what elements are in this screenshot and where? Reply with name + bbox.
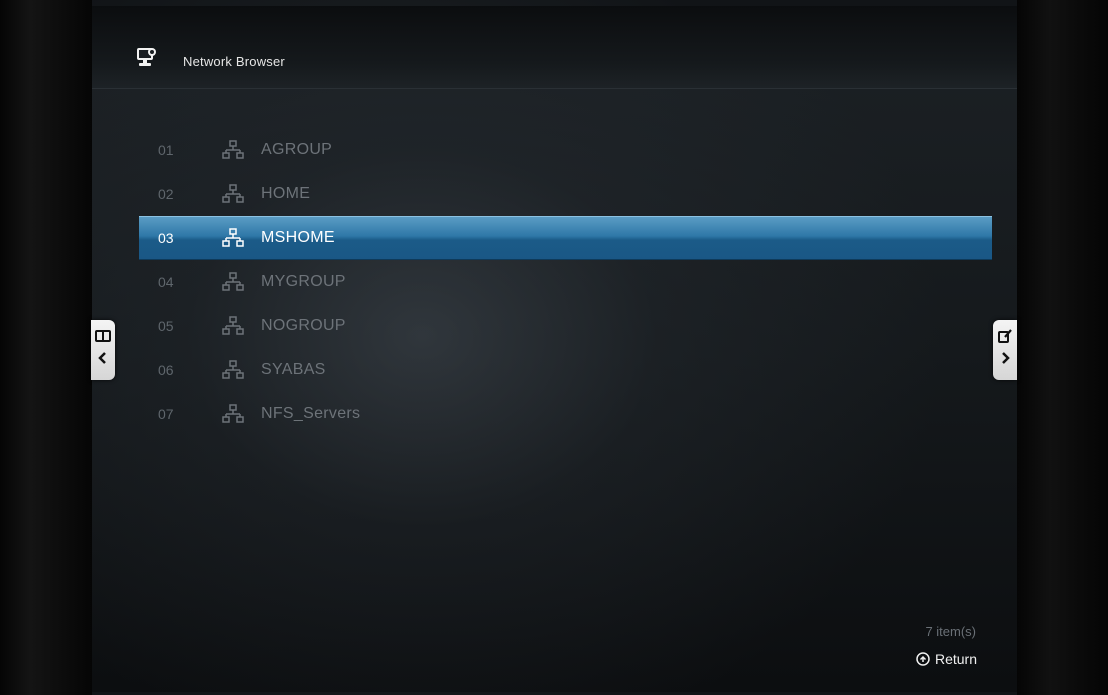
left-side-tab[interactable]: [91, 320, 115, 380]
return-button[interactable]: Return: [916, 651, 977, 667]
book-icon: [95, 330, 111, 342]
item-label: MSHOME: [261, 229, 335, 246]
return-label: Return: [934, 651, 977, 667]
network-workgroup-icon: [222, 140, 244, 159]
edit-icon: [998, 329, 1012, 343]
network-workgroup-icon: [222, 228, 244, 247]
item-label: HOME: [261, 185, 311, 202]
list-item[interactable]: 04 MYGROUP: [139, 260, 992, 304]
network-workgroup-icon: [222, 184, 244, 203]
item-number: 03: [158, 230, 174, 246]
item-label: MYGROUP: [261, 273, 346, 290]
item-number: 07: [158, 406, 174, 422]
chevron-left-icon: [98, 352, 106, 364]
item-number: 05: [158, 318, 174, 334]
list-item[interactable]: 06 SYABAS: [139, 348, 992, 392]
item-label: NFS_Servers: [261, 405, 361, 422]
network-workgroup-icon: [222, 316, 244, 335]
header-bar: [92, 6, 1017, 89]
chevron-right-icon: [1002, 352, 1010, 364]
item-count: 7 item(s): [925, 624, 976, 639]
item-number: 01: [158, 142, 174, 158]
right-side-tab[interactable]: [993, 320, 1017, 380]
list-item[interactable]: 07 NFS_Servers: [139, 392, 992, 436]
page-title: Network Browser: [183, 54, 285, 69]
item-label: AGROUP: [261, 141, 333, 158]
list-item[interactable]: 03 MSHOME: [139, 216, 992, 260]
network-workgroup-icon: [222, 360, 244, 379]
network-monitor-icon: [137, 48, 156, 66]
item-number: 04: [158, 274, 174, 290]
item-label: SYABAS: [261, 361, 326, 378]
workgroup-list: 01 AGROUP 02 HOME 03 MSHOME 04 MYGROUP 05 NOGROUP…: [139, 128, 992, 436]
network-workgroup-icon: [222, 404, 244, 423]
list-item[interactable]: 01 AGROUP: [139, 128, 992, 172]
list-item[interactable]: 02 HOME: [139, 172, 992, 216]
item-number: 06: [158, 362, 174, 378]
item-number: 02: [158, 186, 174, 202]
item-label: NOGROUP: [261, 317, 346, 334]
network-workgroup-icon: [222, 272, 244, 291]
list-item[interactable]: 05 NOGROUP: [139, 304, 992, 348]
return-button-icon: [916, 652, 930, 666]
